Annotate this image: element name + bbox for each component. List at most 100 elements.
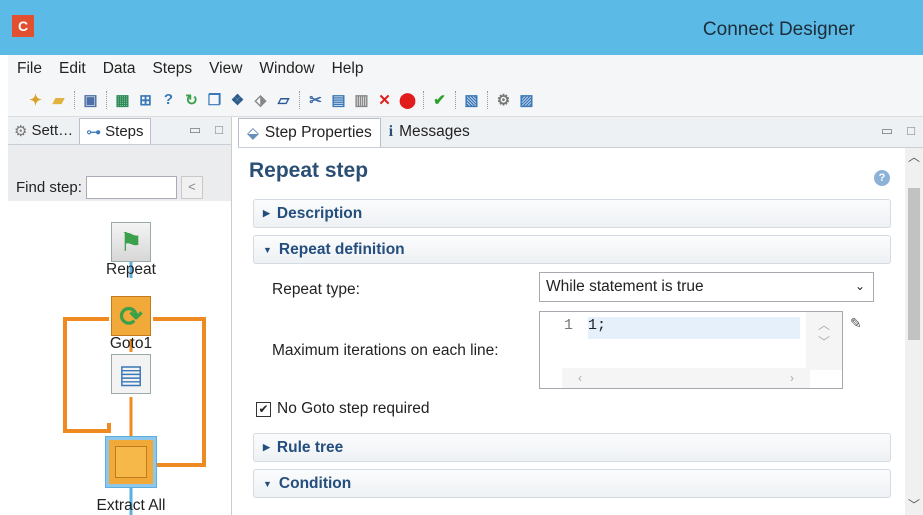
chevron-down-icon: ▼ bbox=[263, 478, 272, 489]
no-goto-checkbox[interactable]: ✔ No Goto step required bbox=[256, 400, 430, 418]
toolbar-separator bbox=[106, 90, 107, 109]
window-title: Connect Designer bbox=[702, 19, 855, 40]
toolbar-separator bbox=[74, 90, 75, 109]
export-icon[interactable]: ▧ bbox=[463, 91, 481, 109]
repeat-type-label: Repeat type: bbox=[272, 281, 360, 298]
save-all-icon[interactable]: ▦ bbox=[114, 91, 132, 109]
repeat-type-select[interactable]: While statement is true ⌄ bbox=[539, 272, 874, 302]
goto-node-label: Goto1 bbox=[109, 335, 153, 352]
menu-bar: File Edit Data Steps View Window Help bbox=[8, 55, 923, 83]
tab-steps[interactable]: ⊶ Steps bbox=[79, 118, 151, 144]
group-icon[interactable]: ❖ bbox=[229, 91, 247, 109]
goto-node[interactable]: ⟳ bbox=[111, 296, 151, 336]
max-iterations-editor[interactable]: 1 1; ︿ ﹀ ‹ › bbox=[539, 311, 843, 389]
chevron-right-icon: ▶ bbox=[263, 208, 270, 218]
edit-expression-icon[interactable]: ✎ bbox=[850, 315, 866, 331]
find-previous-button[interactable]: < bbox=[180, 175, 203, 199]
tab-settings-label: Sett… bbox=[31, 122, 74, 139]
records-node[interactable]: ▤ bbox=[111, 354, 151, 394]
stop-icon[interactable]: ⬤ bbox=[399, 91, 417, 109]
record-icon[interactable]: ⬗ bbox=[252, 91, 270, 109]
no-goto-label: No Goto step required bbox=[277, 400, 430, 417]
scroll-up-icon[interactable]: ︿ bbox=[905, 148, 923, 165]
maximize-icon[interactable]: □ bbox=[907, 123, 915, 139]
tab-settings[interactable]: ⚙ Sett… bbox=[8, 118, 79, 144]
extract-all-node[interactable] bbox=[106, 437, 156, 487]
gear-icon: ⚙ bbox=[14, 123, 28, 140]
left-tab-bar: ⚙ Sett… ⊶ Steps ▭ □ bbox=[8, 117, 231, 145]
toolbar-separator bbox=[299, 90, 300, 109]
properties-panel: ⬙ Step Properties i Messages ▭ □ Repeat … bbox=[238, 117, 923, 515]
cut-icon[interactable]: ✂ bbox=[307, 91, 325, 109]
menu-steps[interactable]: Steps bbox=[143, 60, 200, 78]
tag-icon: ⬙ bbox=[247, 125, 259, 142]
scroll-down-icon[interactable]: ﹀ bbox=[905, 496, 923, 513]
section-description[interactable]: ▶ Description bbox=[253, 199, 891, 228]
step-flow-diagram: ⚑ Repeat ⟳ Goto1 ▤ Extract All bbox=[8, 201, 232, 515]
menu-help[interactable]: Help bbox=[323, 60, 372, 78]
open-icon[interactable]: ▰ bbox=[50, 91, 68, 109]
steps-panel: ⚙ Sett… ⊶ Steps ▭ □ Find step: < ⚑ Repea… bbox=[8, 117, 232, 515]
section-condition-label: Condition bbox=[278, 474, 352, 492]
section-repeat-definition-label: Repeat definition bbox=[278, 240, 405, 258]
editor-vertical-scrollbar[interactable]: ︿ ﹀ bbox=[806, 312, 842, 370]
editor-horizontal-scrollbar[interactable]: ‹ › bbox=[562, 368, 810, 388]
tab-step-properties[interactable]: ⬙ Step Properties bbox=[238, 118, 381, 147]
toolbar-separator bbox=[423, 90, 424, 109]
validate-icon[interactable]: ✔ bbox=[431, 91, 449, 109]
tab-messages[interactable]: i Messages bbox=[381, 118, 478, 147]
document-icon[interactable]: ▨ bbox=[518, 91, 536, 109]
maximize-icon[interactable]: □ bbox=[215, 122, 223, 138]
refresh-icon[interactable]: ↻ bbox=[183, 91, 201, 109]
goto-icon: ⟳ bbox=[119, 300, 143, 332]
find-step-row: Find step: < bbox=[8, 173, 231, 201]
repeat-node[interactable]: ⚑ bbox=[111, 222, 151, 262]
repeat-node-label: Repeat bbox=[106, 261, 156, 278]
step-properties-content: Repeat step ? ▶ Description ▼ Repeat def… bbox=[238, 148, 905, 515]
find-step-input[interactable] bbox=[85, 175, 177, 199]
menu-window[interactable]: Window bbox=[250, 60, 322, 78]
section-condition[interactable]: ▼ Condition bbox=[253, 469, 891, 498]
new-icon[interactable]: ✦ bbox=[27, 91, 45, 109]
help-icon[interactable]: ? bbox=[160, 91, 178, 109]
code-line[interactable]: 1; bbox=[588, 317, 800, 339]
help-icon[interactable]: ? bbox=[874, 170, 890, 186]
extract-icon bbox=[115, 446, 147, 478]
paste-icon[interactable]: ▤ bbox=[330, 91, 348, 109]
menu-data[interactable]: Data bbox=[94, 60, 144, 78]
settings-icon[interactable]: ⚙ bbox=[495, 91, 513, 109]
panel-controls: ▭ □ bbox=[881, 123, 923, 147]
delete-icon[interactable]: ✕ bbox=[376, 91, 394, 109]
right-tab-bar: ⬙ Step Properties i Messages ▭ □ bbox=[238, 117, 923, 148]
info-icon: i bbox=[388, 123, 394, 140]
scroll-thumb[interactable] bbox=[908, 188, 920, 340]
title-bar: C Connect Designer bbox=[0, 0, 923, 55]
flag-icon: ⚑ bbox=[119, 226, 143, 257]
tab-step-properties-label: Step Properties bbox=[264, 124, 372, 141]
records-icon: ▤ bbox=[118, 358, 144, 389]
clear-icon[interactable]: ▥ bbox=[353, 91, 371, 109]
page-title: Repeat step bbox=[249, 159, 369, 182]
script-icon[interactable]: ▱ bbox=[275, 91, 293, 109]
steps-icon: ⊶ bbox=[86, 124, 102, 141]
save-icon[interactable]: ▣ bbox=[82, 91, 100, 109]
minimize-icon[interactable]: ▭ bbox=[881, 123, 893, 139]
checkbox-box[interactable]: ✔ bbox=[256, 401, 271, 417]
repeat-type-value: While statement is true bbox=[546, 278, 704, 295]
section-repeat-definition[interactable]: ▼ Repeat definition bbox=[253, 235, 891, 264]
properties-vertical-scrollbar[interactable]: ︿ ﹀ bbox=[905, 148, 923, 515]
copy-icon[interactable]: ❐ bbox=[206, 91, 224, 109]
panel-toolbar-strip bbox=[8, 145, 231, 173]
tab-steps-label: Steps bbox=[105, 123, 144, 140]
panel-controls: ▭ □ bbox=[189, 122, 231, 144]
section-rule-tree[interactable]: ▶ Rule tree bbox=[253, 433, 891, 462]
menu-file[interactable]: File bbox=[8, 60, 50, 78]
step-icon[interactable]: ⊞ bbox=[137, 91, 155, 109]
toolbar-separator bbox=[487, 90, 488, 109]
menu-view[interactable]: View bbox=[200, 60, 250, 78]
menu-edit[interactable]: Edit bbox=[50, 60, 94, 78]
chevron-right-icon: ▶ bbox=[263, 442, 270, 452]
section-description-label: Description bbox=[276, 204, 363, 222]
toolbar: ✦ ▰ ▣ ▦ ⊞ ? ↻ ❐ ❖ ⬗ ▱ ✂ ▤ ▥ ✕ ⬤ ✔ ▧ ⚙ ▨ bbox=[8, 83, 923, 117]
minimize-icon[interactable]: ▭ bbox=[189, 122, 201, 138]
